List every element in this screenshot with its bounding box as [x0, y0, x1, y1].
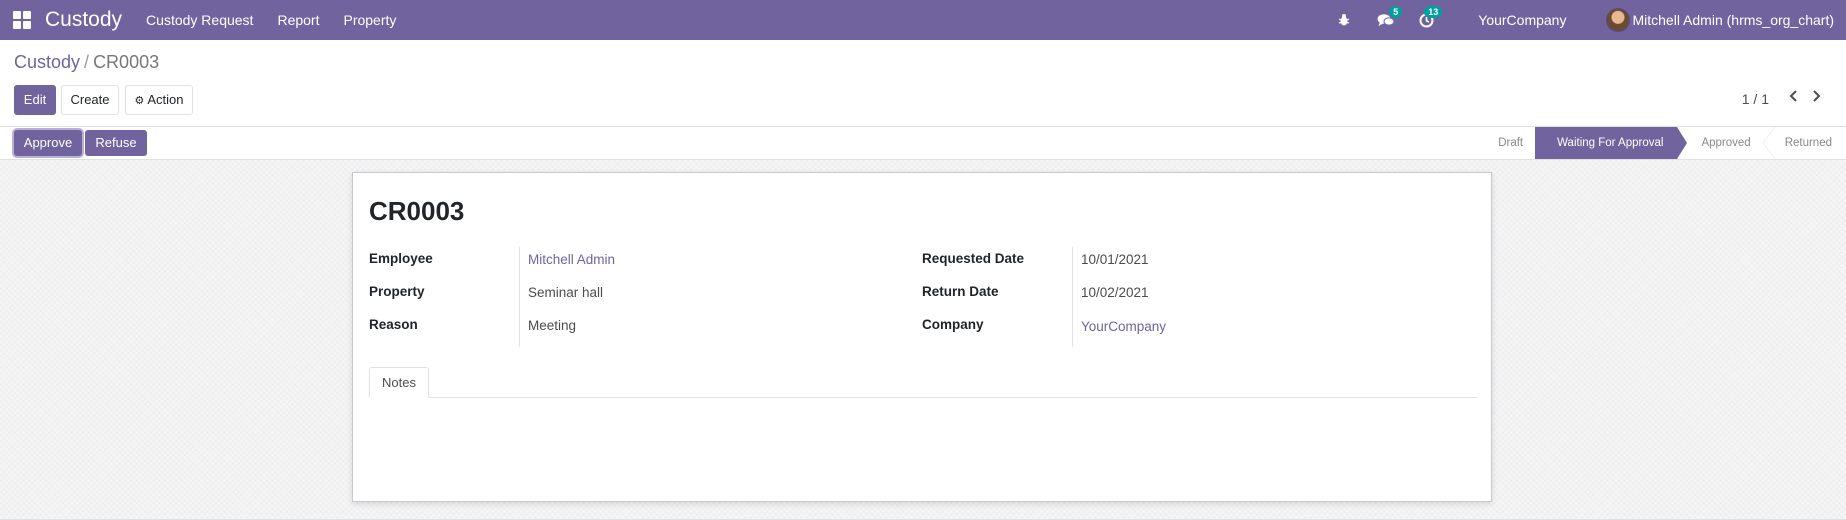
record-title: CR0003	[369, 196, 465, 226]
gear-icon: ⚙	[134, 95, 145, 107]
avatar	[1606, 8, 1631, 32]
return-date-field[interactable]: 10/02/2021	[1081, 285, 1149, 300]
breadcrumb-parent[interactable]: Custody	[14, 52, 80, 72]
left-column-divider	[519, 247, 520, 347]
requested-date-field[interactable]: 10/01/2021	[1081, 252, 1149, 267]
top-navbar: Custody Custody Request Report Property …	[0, 0, 1846, 40]
edit-button[interactable]: Edit	[14, 85, 56, 115]
breadcrumb-separator: /	[84, 52, 90, 72]
tab-notes[interactable]: Notes	[369, 367, 429, 398]
stage-waiting-for-approval[interactable]: Waiting For Approval	[1535, 127, 1688, 159]
pager-value[interactable]: 1 / 1	[1742, 91, 1769, 107]
property-label: Property	[369, 284, 425, 299]
company-field[interactable]: YourCompany	[1081, 319, 1166, 334]
action-button[interactable]: ⚙ Action	[125, 85, 193, 115]
return-date-label: Return Date	[922, 284, 999, 299]
form-statusbar: Approve Refuse Draft Waiting For Approva…	[0, 126, 1846, 160]
chat-icon[interactable]: 5	[1368, 0, 1404, 40]
stage-returned[interactable]: Returned	[1762, 127, 1846, 159]
reason-label: Reason	[369, 317, 418, 332]
form-content-area: CR0003 Employee Mitchell Admin Property …	[0, 160, 1846, 520]
breadcrumb-current: CR0003	[93, 52, 160, 72]
control-panel: Custody / CR0003 Edit Create ⚙ Action 1 / …	[0, 40, 1846, 126]
menu-custody-request[interactable]: Custody Request	[134, 0, 265, 40]
employee-label: Employee	[369, 251, 433, 266]
stage-pipeline: Draft Waiting For Approval Approved Retu…	[1486, 127, 1846, 159]
activities-count-badge: 13	[1424, 6, 1443, 18]
user-name: Mitchell Admin (hrms_org_chart)	[1632, 12, 1834, 28]
messages-count-badge: 5	[1389, 6, 1403, 18]
breadcrumb: Custody / CR0003	[14, 52, 159, 73]
pager-previous-icon[interactable]	[1784, 86, 1804, 106]
company-label: Company	[922, 317, 984, 332]
clock-icon[interactable]: 13	[1408, 0, 1444, 40]
form-sheet: CR0003 Employee Mitchell Admin Property …	[352, 172, 1492, 502]
create-button[interactable]: Create	[61, 85, 119, 115]
pager-next-icon[interactable]	[1806, 86, 1826, 106]
approve-button[interactable]: Approve	[14, 130, 82, 156]
action-button-label: Action	[147, 92, 184, 107]
notebook-tab-divider	[369, 397, 1477, 398]
company-switcher[interactable]: YourCompany	[1444, 12, 1606, 28]
stage-approved[interactable]: Approved	[1677, 127, 1762, 159]
employee-field[interactable]: Mitchell Admin	[528, 252, 615, 267]
stage-draft[interactable]: Draft	[1486, 127, 1535, 159]
user-menu[interactable]: Mitchell Admin (hrms_org_chart)	[1606, 8, 1846, 32]
apps-menu-icon[interactable]	[13, 11, 31, 29]
right-column-divider	[1072, 247, 1073, 347]
menu-report[interactable]: Report	[265, 0, 331, 40]
bug-icon[interactable]	[1326, 0, 1362, 40]
app-brand[interactable]: Custody	[45, 8, 122, 32]
refuse-button[interactable]: Refuse	[85, 130, 147, 156]
reason-field[interactable]: Meeting	[528, 318, 576, 333]
menu-property[interactable]: Property	[331, 0, 408, 40]
property-field[interactable]: Seminar hall	[528, 285, 603, 300]
requested-date-label: Requested Date	[922, 251, 1025, 266]
